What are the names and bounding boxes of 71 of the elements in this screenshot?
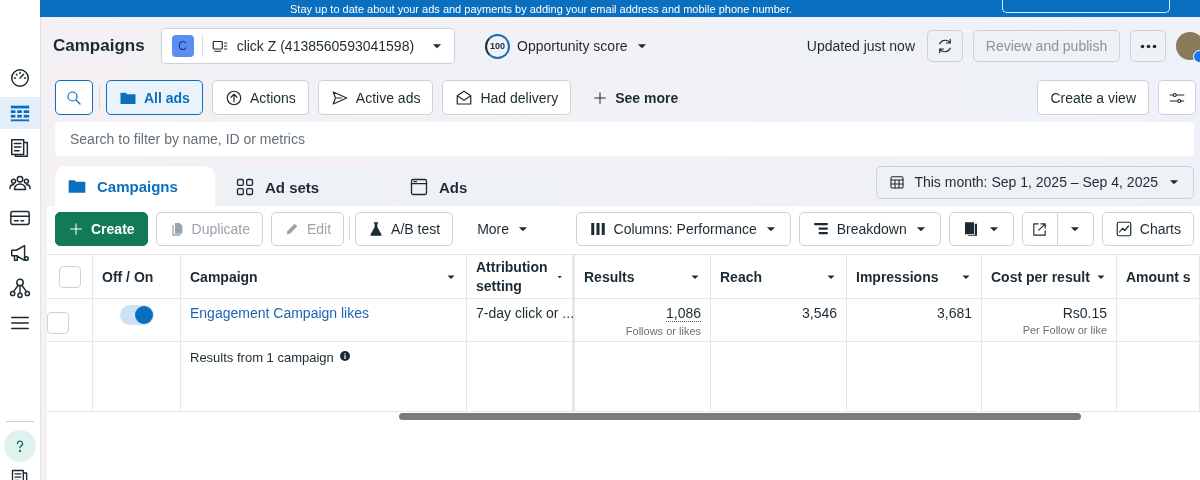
create-button[interactable]: Create: [55, 212, 148, 246]
upload-circle-icon: [224, 88, 243, 107]
campaign-link[interactable]: Engagement Campaign likes: [190, 305, 369, 321]
refresh-icon: [936, 37, 954, 55]
column-header[interactable]: Impressions: [847, 255, 982, 299]
see-more-button[interactable]: See more: [580, 80, 691, 115]
reports-dropdown[interactable]: [948, 212, 1014, 246]
envelope-icon: [455, 88, 474, 107]
line-chart-icon: [1114, 220, 1133, 238]
column-header[interactable]: Attribution setting: [467, 255, 575, 299]
columns-dropdown[interactable]: Columns: Performance: [575, 212, 791, 246]
breakdown-dropdown[interactable]: Breakdown: [798, 212, 941, 246]
column-header[interactable]: Amount s: [1117, 255, 1200, 299]
column-header[interactable]: Reach: [711, 255, 847, 299]
avatar[interactable]: [1176, 32, 1200, 60]
column-header[interactable]: Results: [575, 255, 711, 299]
opportunity-score-button[interactable]: 100 Opportunity score: [473, 29, 661, 63]
row-checkbox[interactable]: [47, 312, 69, 334]
table-cell: 1,086: [665, 305, 701, 322]
refresh-button[interactable]: [927, 30, 963, 62]
tab[interactable]: Ad sets: [223, 168, 389, 206]
filter-chip[interactable]: Actions: [211, 80, 309, 115]
cell-note: Per Follow or like: [1022, 324, 1107, 336]
paper-plane-icon: [330, 88, 349, 107]
network-icon: [9, 277, 31, 299]
grid-icon: [235, 177, 255, 197]
settings-button[interactable]: [1158, 80, 1196, 115]
charts-button[interactable]: Charts: [1101, 212, 1194, 246]
plus-icon: [592, 89, 609, 106]
summary-text: Results from 1 campaign: [190, 350, 334, 365]
window-icon: [409, 177, 429, 197]
banner-button[interactable]: [1002, 0, 1170, 13]
table-cell: 7-day click or ...: [476, 305, 575, 321]
create-view-button[interactable]: Create a view: [1037, 80, 1149, 115]
filter-chip[interactable]: Had delivery: [442, 80, 572, 115]
megaphone-icon: [9, 242, 31, 264]
select-all-checkbox[interactable]: [58, 265, 81, 288]
calendar-icon: [889, 174, 906, 190]
page-title: Campaigns: [53, 36, 145, 56]
tab[interactable]: Ads: [397, 168, 563, 206]
table-cell: Rs0.15: [1062, 305, 1107, 321]
scrollbar-thumb[interactable]: [399, 413, 1081, 420]
plus-icon: [68, 221, 84, 237]
column-header[interactable]: Campaign: [181, 255, 467, 299]
search-icon: [65, 88, 83, 107]
column-header[interactable]: Off / On: [93, 255, 181, 299]
column-header[interactable]: Cost per result: [982, 255, 1117, 299]
pages-icon: [9, 137, 31, 159]
gauge-icon: [9, 67, 31, 89]
export-icon: [1031, 220, 1049, 238]
table-cell: 3,546: [801, 305, 837, 321]
search-button[interactable]: [55, 80, 93, 115]
account-initial: C: [171, 35, 194, 57]
score-ring: 100: [485, 33, 511, 59]
more-options-button[interactable]: [1130, 30, 1166, 62]
table-cell: 3,681: [936, 305, 972, 321]
cell-note: Follows or likes: [625, 325, 701, 337]
update-status: Updated just now: [806, 38, 915, 54]
flask-button[interactable]: A/B test: [355, 212, 454, 246]
account-selector[interactable]: C click Z (4138560593041598): [160, 28, 456, 64]
filter-chip[interactable]: Active ads: [317, 80, 434, 115]
export-button[interactable]: [1021, 212, 1058, 246]
columns-icon: [588, 220, 607, 238]
banner-text: Stay up to date about your ads and payments by adding your email address and mobile phone number.: [290, 2, 793, 15]
toggle-switch[interactable]: [119, 305, 154, 325]
filter-chip[interactable]: All ads: [106, 80, 203, 115]
search-field[interactable]: Search to filter by name, ID or metrics: [55, 122, 1194, 156]
tab[interactable]: Campaigns: [55, 166, 215, 206]
info-icon: [338, 350, 351, 362]
more-icon: [1139, 43, 1157, 49]
date-range-picker[interactable]: This month: Sep 1, 2025 – Sep 4, 2025: [876, 165, 1194, 199]
